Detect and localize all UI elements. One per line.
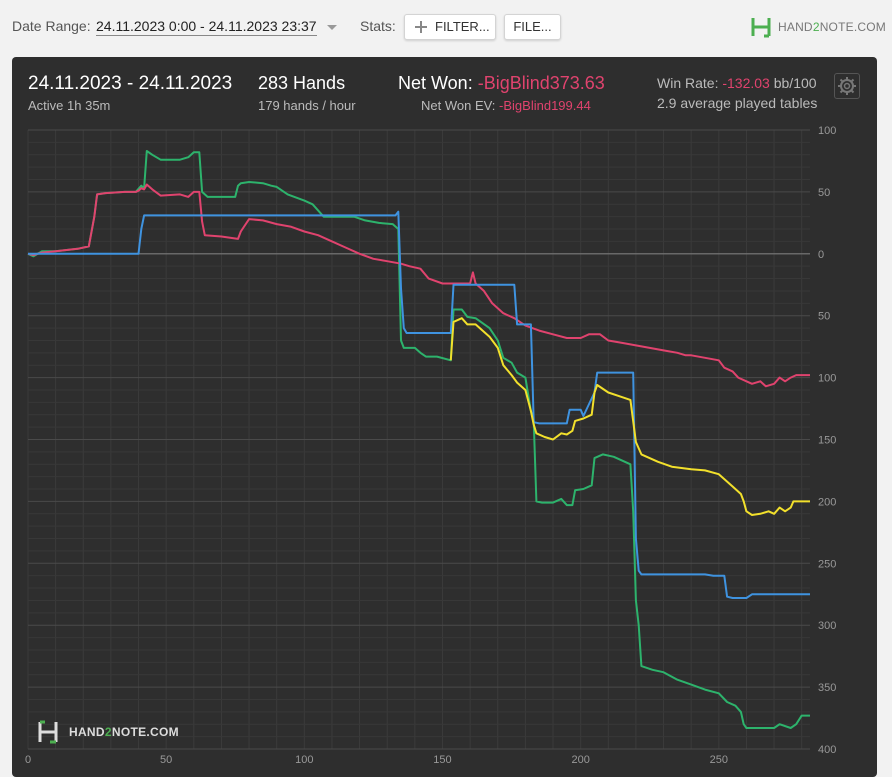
series-line-yellow	[449, 317, 810, 516]
stats-label: Stats:	[360, 18, 396, 34]
x-tick-label: 250	[710, 754, 728, 765]
y-tick-label: 250	[818, 558, 836, 570]
y-tick-label: 50	[818, 187, 830, 199]
y-tick-label: 50	[818, 311, 830, 323]
y-tick-label: 100	[818, 373, 836, 385]
x-tick-label: 50	[160, 754, 172, 765]
file-button[interactable]: FILE...	[504, 14, 561, 40]
graph-panel: 24.11.2023 - 24.11.2023 Active 1h 35m 28…	[12, 57, 877, 777]
y-tick-label: 400	[818, 744, 836, 756]
y-tick-label: 150	[818, 435, 836, 447]
y-tick-label: 0	[818, 249, 824, 261]
hand2note-watermark-icon	[38, 720, 58, 744]
x-tick-label: 200	[571, 754, 589, 765]
file-button-label: FILE...	[513, 19, 552, 34]
filter-button-label: FILTER...	[435, 19, 490, 34]
filter-button[interactable]: FILTER...	[404, 14, 496, 40]
plus-icon	[415, 21, 427, 33]
toolbar: Date Range: 24.11.2023 0:00 - 24.11.2023…	[0, 0, 892, 54]
hand2note-logo-icon	[751, 18, 771, 38]
date-range-label: Date Range:	[12, 18, 91, 34]
x-tick-label: 100	[295, 754, 313, 765]
y-tick-label: 200	[818, 496, 836, 508]
y-tick-label: 300	[818, 620, 836, 632]
hand2note-watermark-text: HAND2NOTE.COM	[69, 725, 179, 739]
y-tick-label: 350	[818, 682, 836, 694]
series-line-blue	[28, 210, 810, 599]
date-range-selector[interactable]: 24.11.2023 0:00 - 24.11.2023 23:37	[96, 18, 317, 36]
profit-graph: 100 50 0 50 100 150 200 250 300 350 400 0 50 100 150 20…	[25, 125, 836, 765]
hand2note-logo-text: HAND2NOTE.COM	[778, 20, 886, 34]
x-tick-label: 0	[25, 754, 31, 765]
y-tick-label: 100	[818, 125, 836, 137]
x-tick-label: 150	[433, 754, 451, 765]
chevron-down-icon[interactable]	[327, 25, 337, 30]
